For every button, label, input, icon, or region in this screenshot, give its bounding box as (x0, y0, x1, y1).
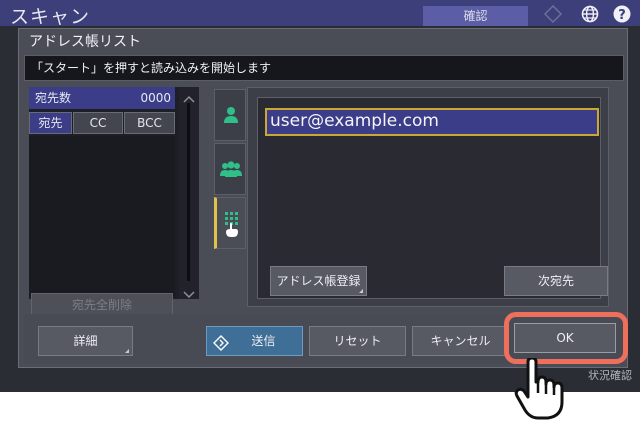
cancel-button[interactable]: キャンセル (412, 326, 509, 356)
tab-group[interactable] (214, 143, 246, 195)
send-diamond-icon (213, 333, 229, 361)
recipient-list[interactable] (29, 136, 175, 296)
top-bar: スキャン 確認 ? (0, 0, 640, 28)
message-bar: 「スタート」を押すと読み込みを開始します (24, 55, 624, 81)
tab-to[interactable]: 宛先 (29, 112, 72, 134)
pointing-hand-icon (514, 356, 566, 421)
ok-button[interactable]: OK (514, 323, 616, 353)
svg-text:?: ? (618, 8, 626, 23)
dialog-title: アドレス帳リスト (29, 34, 141, 50)
list-scrollbar[interactable] (179, 87, 199, 299)
recipient-list-panel: 宛先数 0000 宛先 CC BCC (29, 87, 179, 299)
register-address-book-button[interactable]: アドレス帳登録 (270, 266, 367, 296)
recipient-count-bar: 宛先数 0000 (29, 87, 175, 109)
send-label: 送信 (251, 334, 276, 348)
diamond-icon (543, 4, 563, 24)
single-user-icon (223, 106, 239, 128)
details-label: 詳細 (73, 334, 98, 348)
details-button[interactable]: 詳細 (38, 326, 133, 356)
confirm-button[interactable]: 確認 (423, 6, 528, 26)
tab-single-user[interactable] (214, 89, 246, 141)
address-entry-panel: user@example.com アドレス帳登録 次宛先 (247, 87, 609, 307)
address-entry-area: user@example.com アドレス帳登録 次宛先 (257, 97, 608, 299)
corner-mark-icon (359, 289, 363, 293)
send-button[interactable]: 送信 (206, 326, 303, 356)
register-address-book-label: アドレス帳登録 (276, 274, 361, 288)
group-icon (219, 160, 243, 182)
recipient-count-label: 宛先数 (35, 91, 72, 105)
scroll-down-icon[interactable] (183, 285, 195, 304)
address-input[interactable]: user@example.com (265, 108, 599, 136)
help-icon[interactable]: ? (612, 4, 632, 24)
tab-cc[interactable]: CC (73, 112, 123, 134)
keypad-icon (223, 210, 243, 242)
scroll-track (187, 103, 190, 281)
tab-keypad[interactable] (214, 197, 246, 249)
next-recipient-button[interactable]: 次宛先 (504, 266, 608, 296)
corner-mark-icon (125, 349, 129, 353)
tab-bcc[interactable]: BCC (124, 112, 175, 134)
globe-icon[interactable] (580, 4, 600, 24)
reset-button[interactable]: リセット (309, 326, 406, 356)
recipient-count-value: 0000 (140, 91, 171, 105)
app-title: スキャン (10, 6, 91, 28)
